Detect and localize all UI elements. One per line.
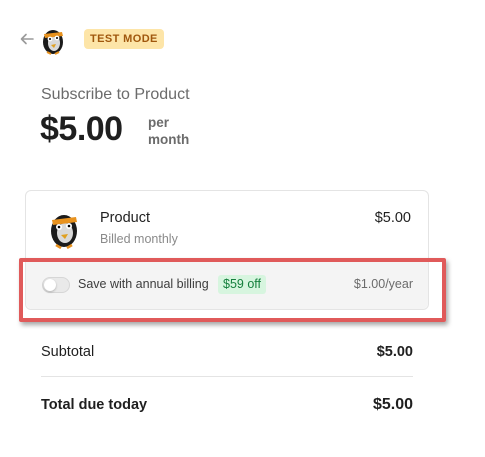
annual-price: $1.00/year	[353, 277, 413, 291]
total-due-value: $5.00	[372, 396, 413, 413]
price-period-per: per	[148, 115, 170, 130]
subtotal-value: $5.00	[376, 344, 413, 360]
total-due-label: Total due today	[41, 397, 148, 413]
price-amount: $5.00	[40, 110, 123, 148]
price-period: per month	[148, 114, 189, 148]
product-price: $5.00	[374, 210, 411, 226]
back-arrow-icon[interactable]	[18, 30, 36, 48]
checkout-page: TEST MODE Subscribe to Product $5.00 per…	[0, 0, 485, 457]
billing-frequency: Billed monthly	[100, 232, 178, 246]
price-period-month: month	[148, 132, 190, 147]
toggle-knob	[44, 279, 56, 291]
annual-billing-toggle[interactable]	[42, 277, 70, 293]
line-item-card: Product Billed monthly $5.00 Save with a…	[25, 190, 429, 310]
annual-billing-row[interactable]: Save with annual billing $59 off $1.00/y…	[26, 259, 428, 309]
business-logo[interactable]	[38, 25, 68, 55]
annual-billing-label: Save with annual billing	[78, 277, 209, 291]
totals-divider	[41, 376, 413, 377]
savings-badge: $59 off	[218, 275, 267, 294]
product-image	[46, 209, 82, 250]
test-mode-badge: TEST MODE	[84, 29, 164, 49]
subscribe-title: Subscribe to Product	[41, 86, 190, 103]
product-name: Product	[100, 210, 150, 226]
subtotal-label: Subtotal	[41, 344, 95, 360]
